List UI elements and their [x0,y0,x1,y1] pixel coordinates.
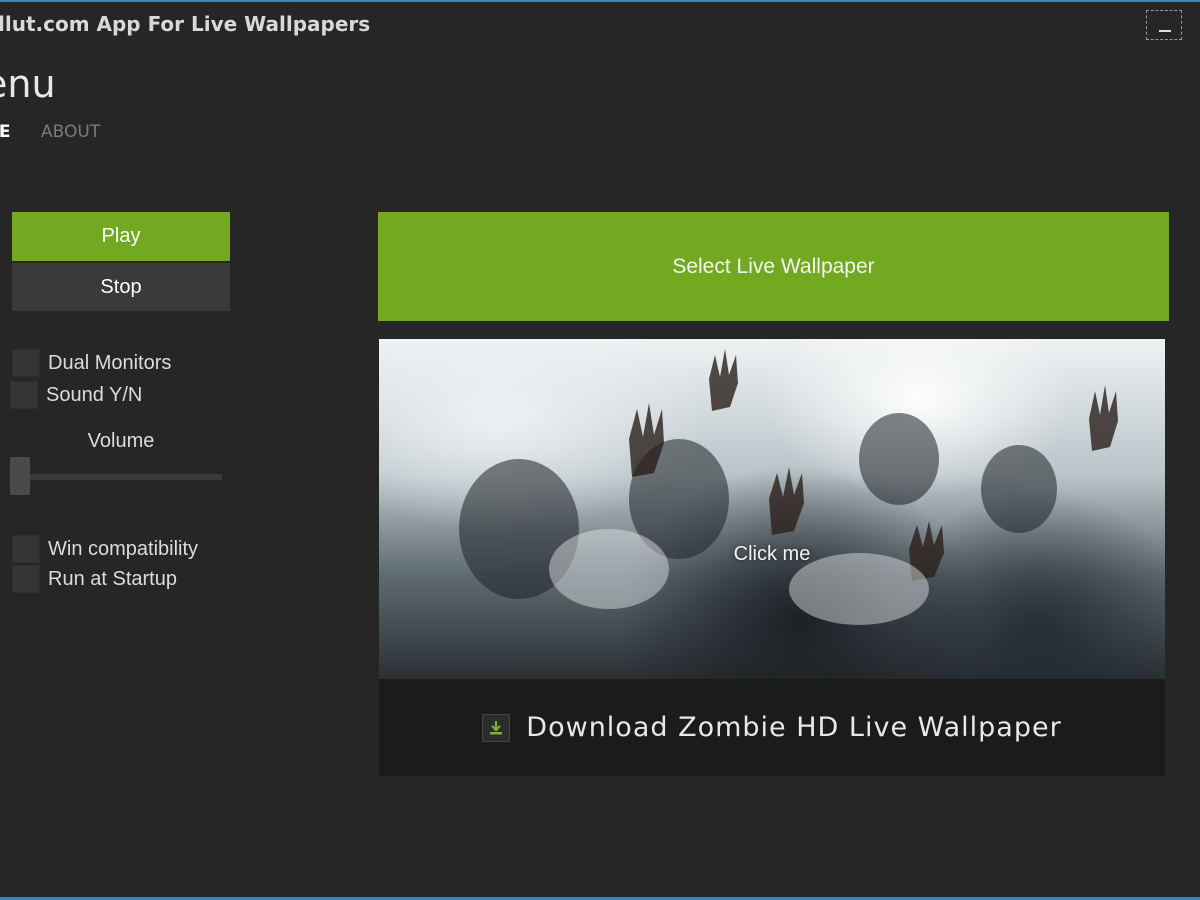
stop-button[interactable]: Stop [12,263,230,311]
sound-label: Sound Y/N [46,383,143,406]
dual-monitors-checkbox[interactable] [12,349,40,377]
page-title: enu [0,62,56,106]
win-compatibility-option[interactable]: Win compatibility [12,535,198,563]
win-compatibility-checkbox[interactable] [12,535,40,563]
volume-label: Volume [87,430,155,452]
wallpaper-preview[interactable]: Click me [379,339,1165,679]
run-at-startup-checkbox[interactable] [12,565,40,593]
volume-slider-track[interactable] [12,474,222,480]
play-button[interactable]: Play [12,212,230,261]
tab-about[interactable]: ABOUT [41,122,100,142]
tab-home[interactable]: ME [0,122,11,142]
win-compatibility-label: Win compatibility [48,537,199,560]
dual-monitors-option[interactable]: Dual Monitors [12,349,171,377]
dual-monitors-label: Dual Monitors [48,351,172,374]
minimize-button[interactable] [1146,10,1182,40]
select-live-wallpaper-button[interactable]: Select Live Wallpaper [378,212,1169,321]
app-window: llut.com App For Live Wallpapers enu ME … [0,0,1200,900]
window-title: llut.com App For Live Wallpapers [0,12,371,36]
download-icon [482,713,511,742]
download-label: Download Zombie HD Live Wallpaper [526,712,1062,743]
download-wallpaper-link[interactable]: Download Zombie HD Live Wallpaper [379,679,1165,776]
run-at-startup-option[interactable]: Run at Startup [12,565,177,593]
sound-option[interactable]: Sound Y/N [10,381,142,409]
preview-click-hint: Click me [733,543,811,565]
zombie-silhouettes [459,349,1118,625]
sound-checkbox[interactable] [10,381,38,409]
run-at-startup-label: Run at Startup [48,567,177,590]
minimize-icon [1159,30,1171,32]
volume-slider-thumb[interactable] [10,457,30,495]
